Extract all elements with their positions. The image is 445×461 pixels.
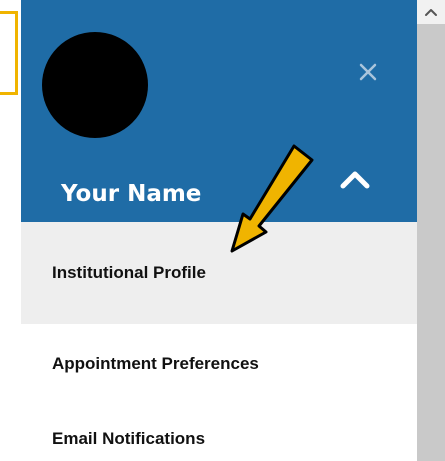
menu-item-label: Institutional Profile	[52, 263, 206, 282]
close-button[interactable]	[352, 56, 384, 88]
menu-item-appointment-preferences[interactable]: Appointment Preferences	[21, 324, 417, 404]
menu-item-label: Appointment Preferences	[52, 354, 259, 373]
highlight-outline	[0, 11, 18, 95]
collapse-profile-button[interactable]	[335, 164, 375, 196]
profile-header: Your Name	[21, 0, 417, 222]
avatar	[42, 32, 148, 138]
chevron-up-icon	[425, 9, 437, 16]
scroll-up-button[interactable]	[417, 0, 445, 24]
menu-item-email-notifications[interactable]: Email Notifications	[21, 404, 417, 461]
profile-panel: Your Name Institutional Profile Appointm…	[21, 0, 417, 461]
scrollbar[interactable]	[417, 0, 445, 461]
chevron-up-icon	[340, 171, 370, 189]
menu-item-label: Email Notifications	[52, 429, 206, 448]
menu-item-institutional-profile[interactable]: Institutional Profile	[21, 222, 417, 324]
close-icon	[359, 63, 377, 81]
user-name: Your Name	[61, 181, 202, 207]
